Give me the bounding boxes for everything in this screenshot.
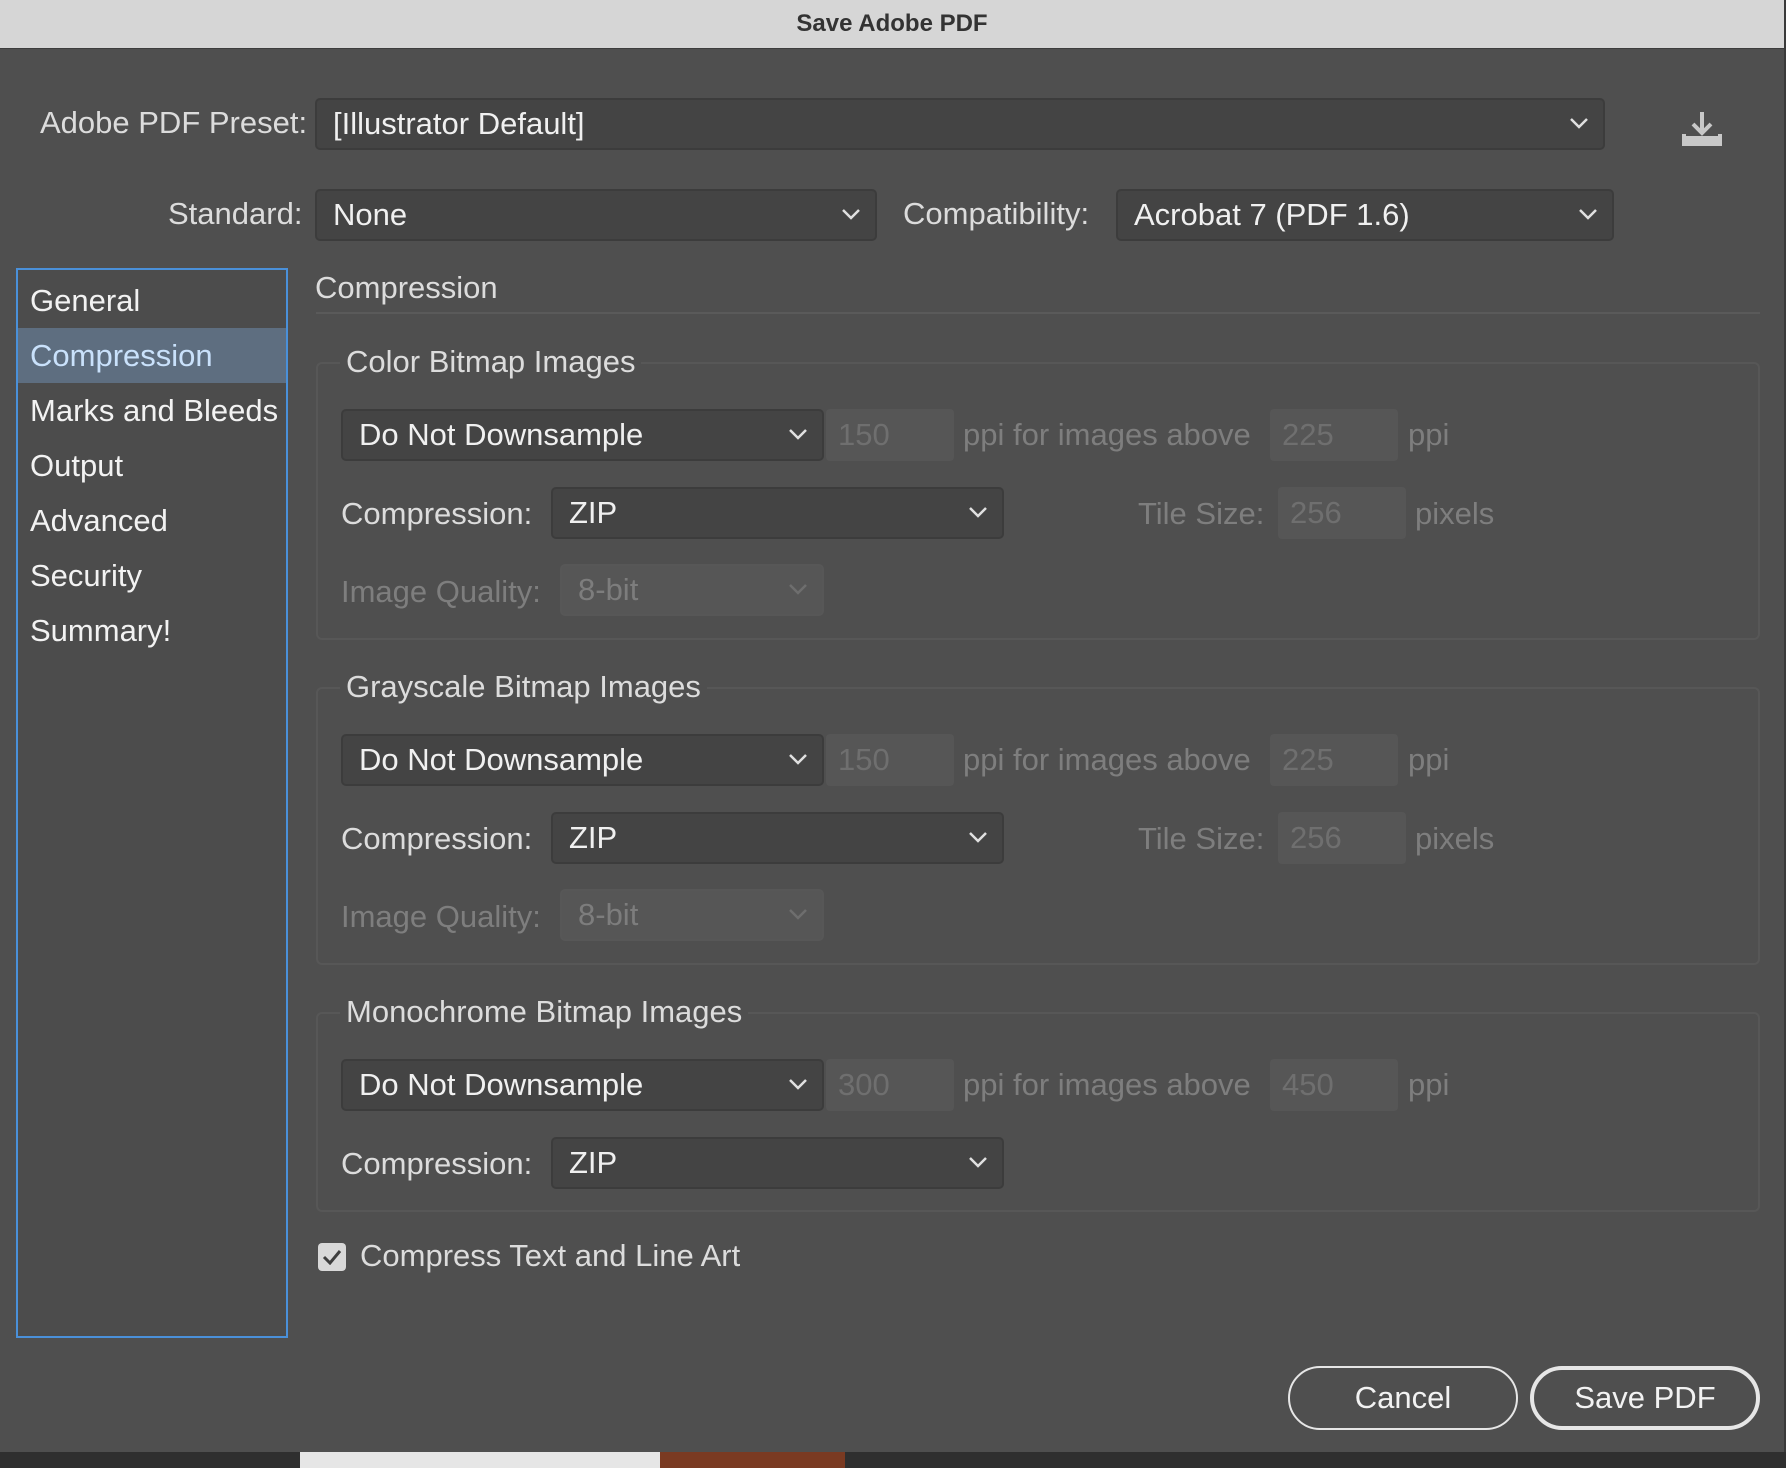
save-preset-icon[interactable] (1680, 110, 1724, 150)
grayscale-ppi-field[interactable]: 150 (826, 734, 954, 786)
compatibility-value: Acrobat 7 (PDF 1.6) (1134, 197, 1410, 232)
color-group-title: Color Bitmap Images (340, 344, 642, 380)
background-document (300, 1452, 660, 1468)
compatibility-label: Compatibility: (903, 196, 1090, 231)
color-tile-label: Tile Size: (1138, 496, 1265, 531)
color-tile-unit: pixels (1415, 496, 1495, 531)
color-downsample-value: Do Not Downsample (359, 417, 644, 452)
color-compression-value: ZIP (569, 495, 618, 530)
chevron-down-icon (842, 209, 860, 220)
sidebar-item-summary[interactable]: Summary! (18, 603, 286, 658)
chevron-down-icon (969, 507, 987, 518)
color-ppi-unit: ppi (1408, 417, 1450, 452)
color-ppi-field[interactable]: 150 (826, 409, 954, 461)
color-compression-dropdown[interactable]: ZIP (551, 487, 1004, 539)
sidebar-nav: General Compression Marks and Bleeds Out… (16, 268, 288, 1338)
color-quality-label: Image Quality: (341, 574, 541, 609)
standard-value: None (333, 197, 408, 232)
grayscale-tile-field[interactable]: 256 (1278, 812, 1406, 864)
color-above-field[interactable]: 225 (1270, 409, 1398, 461)
compress-text-label[interactable]: Compress Text and Line Art (360, 1238, 740, 1274)
chevron-down-icon (789, 584, 807, 595)
preset-dropdown[interactable]: [Illustrator Default] (315, 98, 1605, 150)
compatibility-dropdown[interactable]: Acrobat 7 (PDF 1.6) (1116, 189, 1614, 241)
grayscale-downsample-value: Do Not Downsample (359, 742, 644, 777)
grayscale-tile-unit: pixels (1415, 821, 1495, 856)
grayscale-ppi-unit: ppi (1408, 742, 1450, 777)
monochrome-downsample-dropdown[interactable]: Do Not Downsample (341, 1059, 824, 1111)
monochrome-bitmap-group (316, 1012, 1760, 1212)
color-quality-dropdown[interactable]: 8-bit (560, 564, 824, 616)
grayscale-quality-dropdown[interactable]: 8-bit (560, 889, 824, 941)
chevron-down-icon (969, 1157, 987, 1168)
section-divider (316, 312, 1760, 314)
section-title: Compression (315, 270, 498, 305)
color-downsample-dropdown[interactable]: Do Not Downsample (341, 409, 824, 461)
chevron-down-icon (969, 832, 987, 843)
cancel-button[interactable]: Cancel (1288, 1366, 1518, 1430)
grayscale-compression-label: Compression: (341, 821, 533, 856)
monochrome-downsample-value: Do Not Downsample (359, 1067, 644, 1102)
sidebar-item-general[interactable]: General (18, 273, 286, 328)
standard-dropdown[interactable]: None (315, 189, 877, 241)
background-image (660, 1452, 845, 1468)
sidebar-item-output[interactable]: Output (18, 438, 286, 493)
color-ppi-text: ppi for images above (963, 417, 1251, 452)
grayscale-compression-value: ZIP (569, 820, 618, 855)
grayscale-downsample-dropdown[interactable]: Do Not Downsample (341, 734, 824, 786)
chevron-down-icon (1579, 209, 1597, 220)
window-title: Save Adobe PDF (796, 10, 988, 37)
monochrome-above-field[interactable]: 450 (1270, 1059, 1398, 1111)
chevron-down-icon (789, 909, 807, 920)
save-pdf-button[interactable]: Save PDF (1530, 1366, 1760, 1430)
grayscale-compression-dropdown[interactable]: ZIP (551, 812, 1004, 864)
grayscale-above-field[interactable]: 225 (1270, 734, 1398, 786)
sidebar-item-security[interactable]: Security (18, 548, 286, 603)
grayscale-quality-value: 8-bit (578, 897, 639, 932)
chevron-down-icon (789, 754, 807, 765)
monochrome-compression-dropdown[interactable]: ZIP (551, 1137, 1004, 1189)
grayscale-group-title: Grayscale Bitmap Images (340, 669, 707, 705)
save-pdf-dialog: Save Adobe PDF Adobe PDF Preset: [Illust… (0, 0, 1786, 1452)
standard-label: Standard: (168, 196, 303, 231)
monochrome-compression-value: ZIP (569, 1145, 618, 1180)
chevron-down-icon (789, 429, 807, 440)
monochrome-group-title: Monochrome Bitmap Images (340, 994, 749, 1030)
monochrome-ppi-text: ppi for images above (963, 1067, 1251, 1102)
monochrome-ppi-unit: ppi (1408, 1067, 1450, 1102)
monochrome-compression-label: Compression: (341, 1146, 533, 1181)
preset-label: Adobe PDF Preset: (40, 105, 308, 140)
color-compression-label: Compression: (341, 496, 533, 531)
grayscale-ppi-text: ppi for images above (963, 742, 1251, 777)
title-bar: Save Adobe PDF (0, 0, 1784, 49)
sidebar-item-compression[interactable]: Compression (18, 328, 286, 383)
compress-text-checkbox[interactable] (318, 1243, 346, 1271)
grayscale-quality-label: Image Quality: (341, 899, 541, 934)
sidebar-item-marks-and-bleeds[interactable]: Marks and Bleeds (18, 383, 286, 438)
color-tile-field[interactable]: 256 (1278, 487, 1406, 539)
preset-value: [Illustrator Default] (333, 106, 585, 141)
checkmark-icon (322, 1250, 342, 1265)
chevron-down-icon (789, 1079, 807, 1090)
chevron-down-icon (1570, 118, 1588, 129)
color-quality-value: 8-bit (578, 572, 639, 607)
grayscale-tile-label: Tile Size: (1138, 821, 1265, 856)
monochrome-ppi-field[interactable]: 300 (826, 1059, 954, 1111)
sidebar-item-advanced[interactable]: Advanced (18, 493, 286, 548)
